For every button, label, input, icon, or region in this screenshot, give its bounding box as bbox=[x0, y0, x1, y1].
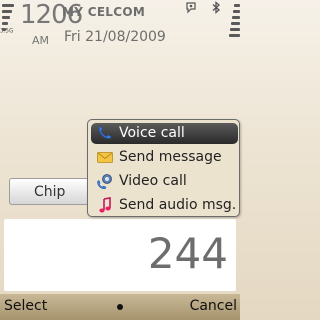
menu-item-voice-call[interactable]: Voice call bbox=[91, 123, 238, 144]
number-input-field[interactable]: 244 bbox=[4, 219, 236, 291]
date-label: Fri 21/08/2009 bbox=[64, 29, 166, 45]
select-softkey[interactable]: Select bbox=[4, 298, 47, 314]
clock-ampm: AM bbox=[32, 34, 50, 47]
menu-item-label: Voice call bbox=[119, 125, 185, 141]
envelope-icon bbox=[97, 152, 113, 163]
menu-item-label: Send message bbox=[119, 149, 222, 165]
call-options-menu: Voice call Send message Video call Send … bbox=[87, 119, 240, 217]
softkey-bar: Select Cancel bbox=[0, 294, 240, 320]
menu-item-video-call[interactable]: Video call bbox=[91, 171, 238, 192]
profile-icon bbox=[186, 2, 196, 14]
menu-item-label: Send audio msg. bbox=[119, 197, 237, 213]
phone-icon bbox=[98, 126, 112, 139]
battery-icon bbox=[228, 4, 240, 44]
dialed-number: 244 bbox=[147, 229, 228, 278]
music-note-icon bbox=[99, 197, 111, 213]
middle-softkey-dot-icon[interactable] bbox=[117, 304, 123, 310]
menu-item-label: Video call bbox=[119, 173, 187, 189]
bluetooth-icon bbox=[212, 1, 220, 14]
network-type-label: 3.5G bbox=[0, 27, 14, 35]
chip-label: Chip bbox=[34, 184, 66, 200]
chip-button[interactable]: Chip bbox=[9, 178, 95, 205]
operator-name: MY CELCOM bbox=[62, 5, 146, 19]
signal-strength-icon bbox=[2, 4, 14, 42]
menu-item-send-message[interactable]: Send message bbox=[91, 147, 238, 168]
menu-item-send-audio-msg[interactable]: Send audio msg. bbox=[91, 195, 238, 216]
video-call-icon bbox=[97, 174, 112, 190]
status-bar: 3.5G 1206 AM MY CELCOM Fri 21/08/2009 bbox=[0, 0, 240, 58]
cancel-softkey[interactable]: Cancel bbox=[190, 298, 237, 314]
